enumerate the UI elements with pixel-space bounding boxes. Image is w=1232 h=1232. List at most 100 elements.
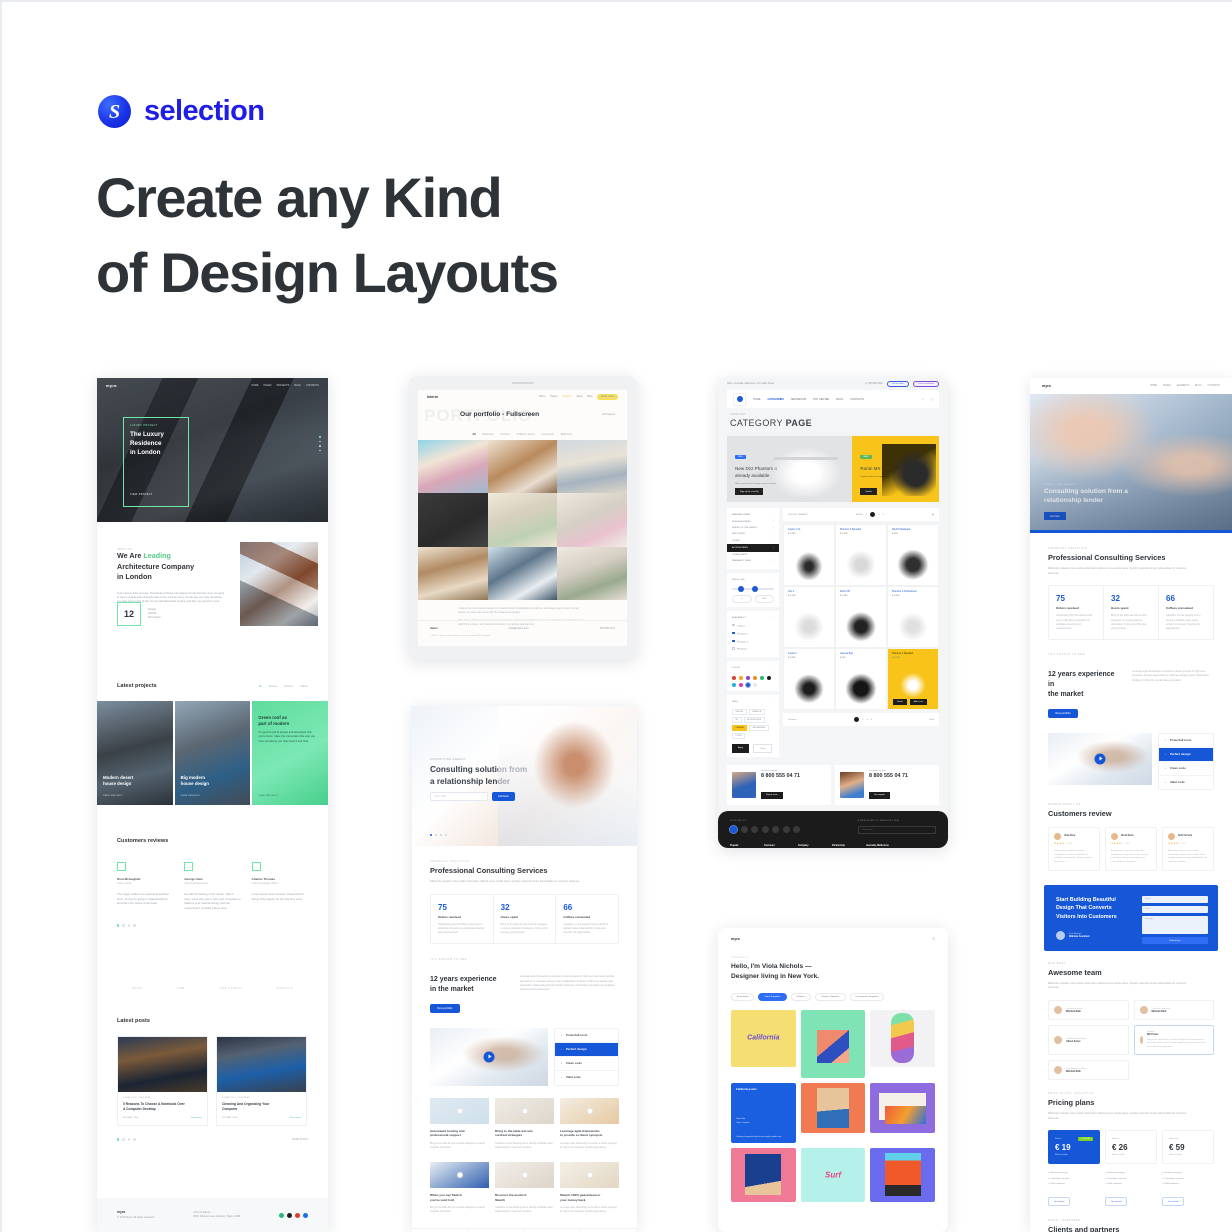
creative-chip[interactable]: Graphic Templates [815, 992, 846, 1001]
brand-logo[interactable]: S selection [98, 95, 265, 128]
consult2-callback-button[interactable]: Call back [492, 792, 515, 801]
creative-filters[interactable]: Show Index Video Templates Graphics Grap… [731, 992, 935, 1001]
arch-hero-button[interactable]: VIEW PROJECT [130, 493, 153, 496]
shop-tag-active[interactable]: CAMERA [732, 725, 748, 732]
arch-navbar[interactable]: myra HOME PAGES PROJECTS BLOG CONTACTS [97, 378, 328, 392]
social-icon-black[interactable] [286, 1212, 292, 1218]
shop-price-max[interactable]: 4600 [754, 595, 774, 603]
arch-project-button[interactable]: VIEW PROJECT [181, 795, 201, 797]
consult1-nav-link[interactable]: BLOG [1195, 385, 1201, 387]
shop-banner-button[interactable]: Details [860, 488, 877, 495]
tablet-filters[interactable]: All Bedrooms Kitchens Children's rooms L… [418, 433, 627, 436]
shop-price-min[interactable]: 0 [732, 595, 752, 603]
shop-nav-link[interactable]: HOME [753, 398, 761, 401]
shop-tag[interactable]: MX [732, 717, 742, 724]
tablet-nav-link[interactable]: Pages [550, 395, 557, 398]
consult2-slider-dots[interactable] [430, 834, 447, 836]
shop-support-button[interactable]: Report issue [761, 791, 783, 799]
tablet-filter[interactable]: All [473, 433, 476, 436]
social-icon-blue[interactable] [302, 1212, 308, 1218]
consult1-name-input[interactable]: Name [1142, 896, 1208, 904]
social-icon-green[interactable] [278, 1212, 284, 1218]
arch-nav-link[interactable]: PAGES [264, 384, 272, 387]
consult1-nav-link[interactable]: PAGES [1163, 385, 1171, 387]
social-icon-facebook[interactable] [729, 825, 738, 835]
consult1-message-input[interactable]: Message [1142, 916, 1208, 935]
consult2-feature[interactable]: When you say Sketch you've said it all. … [430, 1161, 489, 1214]
consult1-team-member[interactable]: Chief Executive Officer Mitchell Rath [1048, 1060, 1129, 1081]
template-preview-consulting-blue[interactable]: myra HOME PAGES ELEMENTS BLOG CONTACTS C… [1030, 378, 1232, 1232]
tablet-nav-link[interactable]: Shop [576, 395, 582, 398]
consult2-feature[interactable]: Bring to the table win-win survival stra… [495, 1097, 554, 1150]
shop-apply-button[interactable]: Apply [732, 744, 750, 754]
tablet-filter[interactable]: Living room [542, 433, 554, 436]
tablet-nav-logo[interactable]: interio [427, 395, 438, 399]
tablet-navbar[interactable]: interio Home Pages Projects Shop Blog Ba… [418, 390, 627, 403]
shop-color-filter[interactable]: COLOR › [727, 661, 779, 691]
shop-social-row[interactable] [729, 825, 800, 835]
creative-tile[interactable] [800, 1082, 866, 1133]
social-icon-red[interactable] [294, 1212, 300, 1218]
creative-tile[interactable] [800, 1009, 866, 1078]
price-slider[interactable] [732, 586, 774, 592]
arch-nav-link[interactable]: HOME [251, 384, 258, 387]
shop-product-card[interactable]: Camera Bag $ 149 [835, 648, 887, 710]
shop-product-card[interactable]: Phantom 4 Professional $ 1,899 [887, 586, 939, 648]
arch-posts-dots[interactable] [117, 1138, 136, 1141]
social-icon-mail[interactable] [793, 826, 800, 834]
arch-post-card[interactable]: 14 MAY, 2019 · 4 MIN READ Cleaning And O… [216, 1036, 307, 1126]
arch-project-card[interactable]: Big modern house design VIEW PROJECT [174, 701, 251, 805]
shop-tag[interactable]: RONIN [732, 733, 746, 740]
arch-more-posts[interactable]: MORE POSTS [292, 1138, 308, 1141]
shop-product-card[interactable]: Ronin MX $ 1,599 [835, 586, 887, 648]
tablet-photo[interactable] [487, 493, 558, 547]
shop-banner-button[interactable]: Sign up for a test fly [735, 488, 764, 495]
consult1-plan-card-active[interactable]: POPULAR Novice € 19 Billed monthly [1048, 1130, 1100, 1165]
shop-product-card[interactable]: Inspire 2 $ 2,899 [783, 648, 835, 710]
shop-product-card-highlight[interactable]: Phantom 3 Standard $ 1,099 Details Add to … [887, 648, 939, 710]
consult1-video-thumb[interactable] [1048, 732, 1152, 785]
tablet-nav-link[interactable]: Projects [562, 395, 571, 398]
shop-support-button[interactable]: Get support [869, 791, 890, 799]
shop-next[interactable]: Next [929, 719, 934, 721]
arch-post-title[interactable]: 5 Reasons To Choose A Notebook Over A Co… [123, 1102, 202, 1112]
creative-tile[interactable] [870, 1082, 935, 1133]
consult2-accordion-row-active[interactable]: › Perfect design [555, 1042, 618, 1057]
shop-availability-filter[interactable]: AVAILABILITY › Inspire 1 Phantom 4 Phanto… [727, 611, 779, 658]
consult2-accordion-row[interactable]: › Powerfull tools [555, 1029, 618, 1043]
shop-product-card[interactable]: Osz 4 $ 1,299 [783, 586, 835, 648]
shop-newsletter-input[interactable]: Your e-mail [858, 826, 936, 835]
arch-post-link[interactable]: Read more [290, 1117, 301, 1119]
creative-tile[interactable] [731, 1147, 796, 1202]
tablet-nav-link[interactable]: Blog [587, 395, 592, 398]
arch-post-card[interactable]: 14 MAY, 2019 · 4 MIN READ 5 Reasons To C… [117, 1036, 208, 1126]
creative-tile[interactable] [870, 1009, 935, 1067]
consult1-team-member-active[interactable]: Speaker Bill Porter Bring to the table win… [1133, 1025, 1214, 1056]
arch-hero-slider-dots[interactable] [319, 436, 321, 452]
creative-chip-active[interactable]: Video Templates [758, 992, 787, 1001]
tablet-filter[interactable]: Kitchens [501, 433, 510, 436]
consult1-accordion-row[interactable]: › Powerfull tools [1159, 734, 1213, 748]
shop-tag[interactable]: ACCESSORIES [743, 717, 765, 724]
tablet-all-projects-link[interactable]: All Projects [602, 413, 615, 416]
arch-project-button[interactable]: VIEW PROJECT [103, 795, 123, 797]
consult1-navbar[interactable]: myra HOME PAGES ELEMENTS BLOG CONTACTS [1030, 378, 1232, 394]
template-preview-architecture[interactable]: myra HOME PAGES PROJECTS BLOG CONTACTS L… [97, 378, 328, 1232]
menu-icon[interactable]: ☰ [932, 937, 935, 941]
shop-availability-item[interactable]: Inspire 1 [732, 621, 774, 629]
template-preview-creative-portfolio[interactable]: myra ☰ PORTFOLIO Hello, I'm Viola Nichol… [718, 928, 948, 1232]
arch-projects-filters[interactable]: All Houses Interiors Offices [259, 685, 308, 688]
tablet-photo[interactable] [418, 440, 488, 494]
consult1-team-member[interactable]: Lead Site Supervisor Mitchell Rath [1133, 1000, 1214, 1020]
template-preview-portfolio-tablet[interactable]: interio Home Pages Projects Shop Blog Ba… [408, 376, 637, 660]
consult2-feature[interactable]: Sketch 100% guaranteed or your money bac… [560, 1161, 619, 1214]
shop-page[interactable]: 4 [883, 514, 884, 516]
arch-project-card[interactable]: Green roof as part of modern It's good t… [252, 701, 328, 805]
arch-project-card[interactable]: Modern desert house design VIEW PROJECT [97, 701, 173, 805]
consult1-hero-button[interactable]: Get back [1044, 512, 1066, 520]
tablet-photo[interactable] [418, 546, 488, 600]
shop-pagination[interactable]: Previous 234 Next [783, 713, 939, 726]
shop-nav-link[interactable]: BLOG [836, 398, 843, 401]
arch-filter[interactable]: Houses [269, 685, 277, 688]
consult2-portfolio-button[interactable]: View portfolio [430, 1003, 460, 1013]
